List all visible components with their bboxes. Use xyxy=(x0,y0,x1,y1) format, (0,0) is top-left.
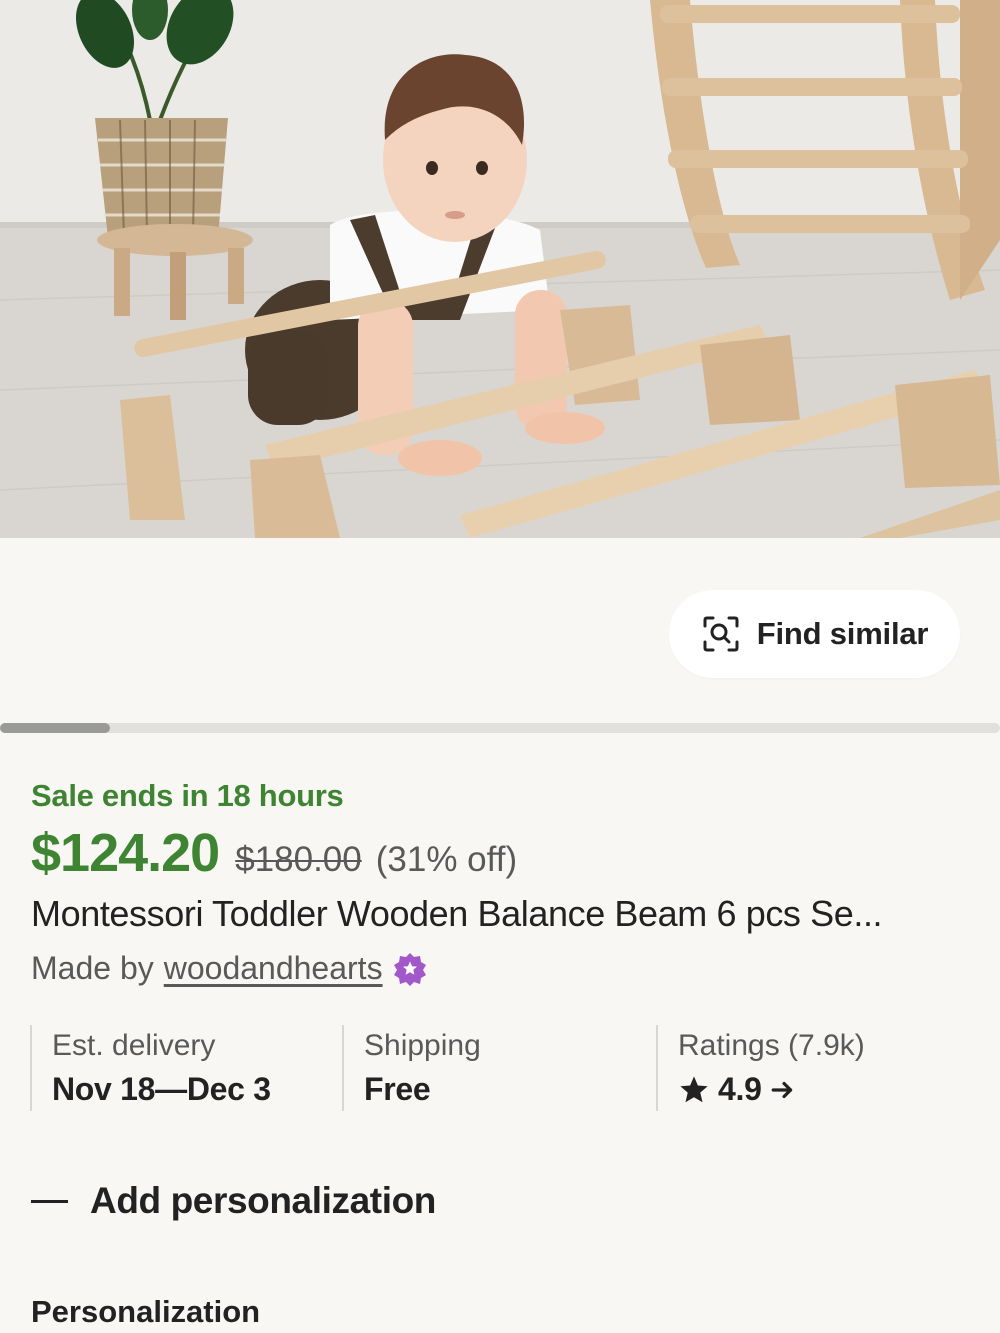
price-row: $124.20 $180.00 (31% off) xyxy=(31,822,517,884)
ratings-info[interactable]: Ratings (7.9k) 4.9 xyxy=(656,1025,970,1111)
product-image[interactable] xyxy=(0,0,1000,538)
add-personalization-label: Add personalization xyxy=(90,1180,436,1221)
delivery-info: Est. delivery Nov 18—Dec 3 xyxy=(30,1025,342,1111)
image-search-icon xyxy=(703,616,739,652)
seller-row: Made by woodandhearts xyxy=(31,950,427,987)
product-photo xyxy=(0,0,1000,538)
delivery-label: Est. delivery xyxy=(52,1029,216,1062)
carousel-progress-fill xyxy=(0,723,110,733)
seller-link[interactable]: woodandhearts xyxy=(164,950,383,987)
shipping-info: Shipping Free xyxy=(342,1025,656,1111)
personalization-heading: Personalization xyxy=(31,1294,261,1329)
carousel-progress xyxy=(0,723,1000,733)
add-personalization-toggle[interactable]: Add personalization xyxy=(31,1180,436,1222)
shipping-value: Free xyxy=(364,1071,431,1107)
star-icon xyxy=(680,1075,708,1102)
star-seller-icon xyxy=(393,952,426,986)
ratings-value: 4.9 xyxy=(718,1071,762,1107)
find-similar-label: Find similar xyxy=(756,616,929,651)
shipping-label: Shipping xyxy=(364,1029,481,1062)
discount-label: (31% off) xyxy=(375,840,518,879)
product-title[interactable]: Montessori Toddler Wooden Balance Beam 6… xyxy=(31,893,971,935)
original-price: $180.00 xyxy=(235,840,362,879)
made-by-label: Made by xyxy=(31,950,154,986)
sale-ends-text: Sale ends in 18 hours xyxy=(31,778,344,813)
collapse-icon xyxy=(31,1199,68,1203)
current-price: $124.20 xyxy=(31,823,220,883)
arrow-right-icon xyxy=(771,1081,792,1098)
ratings-label: Ratings (7.9k) xyxy=(678,1029,865,1062)
find-similar-button[interactable]: Find similar xyxy=(669,590,960,678)
delivery-value: Nov 18—Dec 3 xyxy=(52,1071,271,1107)
ratings-value-row: 4.9 xyxy=(678,1071,970,1108)
info-row: Est. delivery Nov 18—Dec 3 Shipping Free… xyxy=(30,1025,970,1111)
